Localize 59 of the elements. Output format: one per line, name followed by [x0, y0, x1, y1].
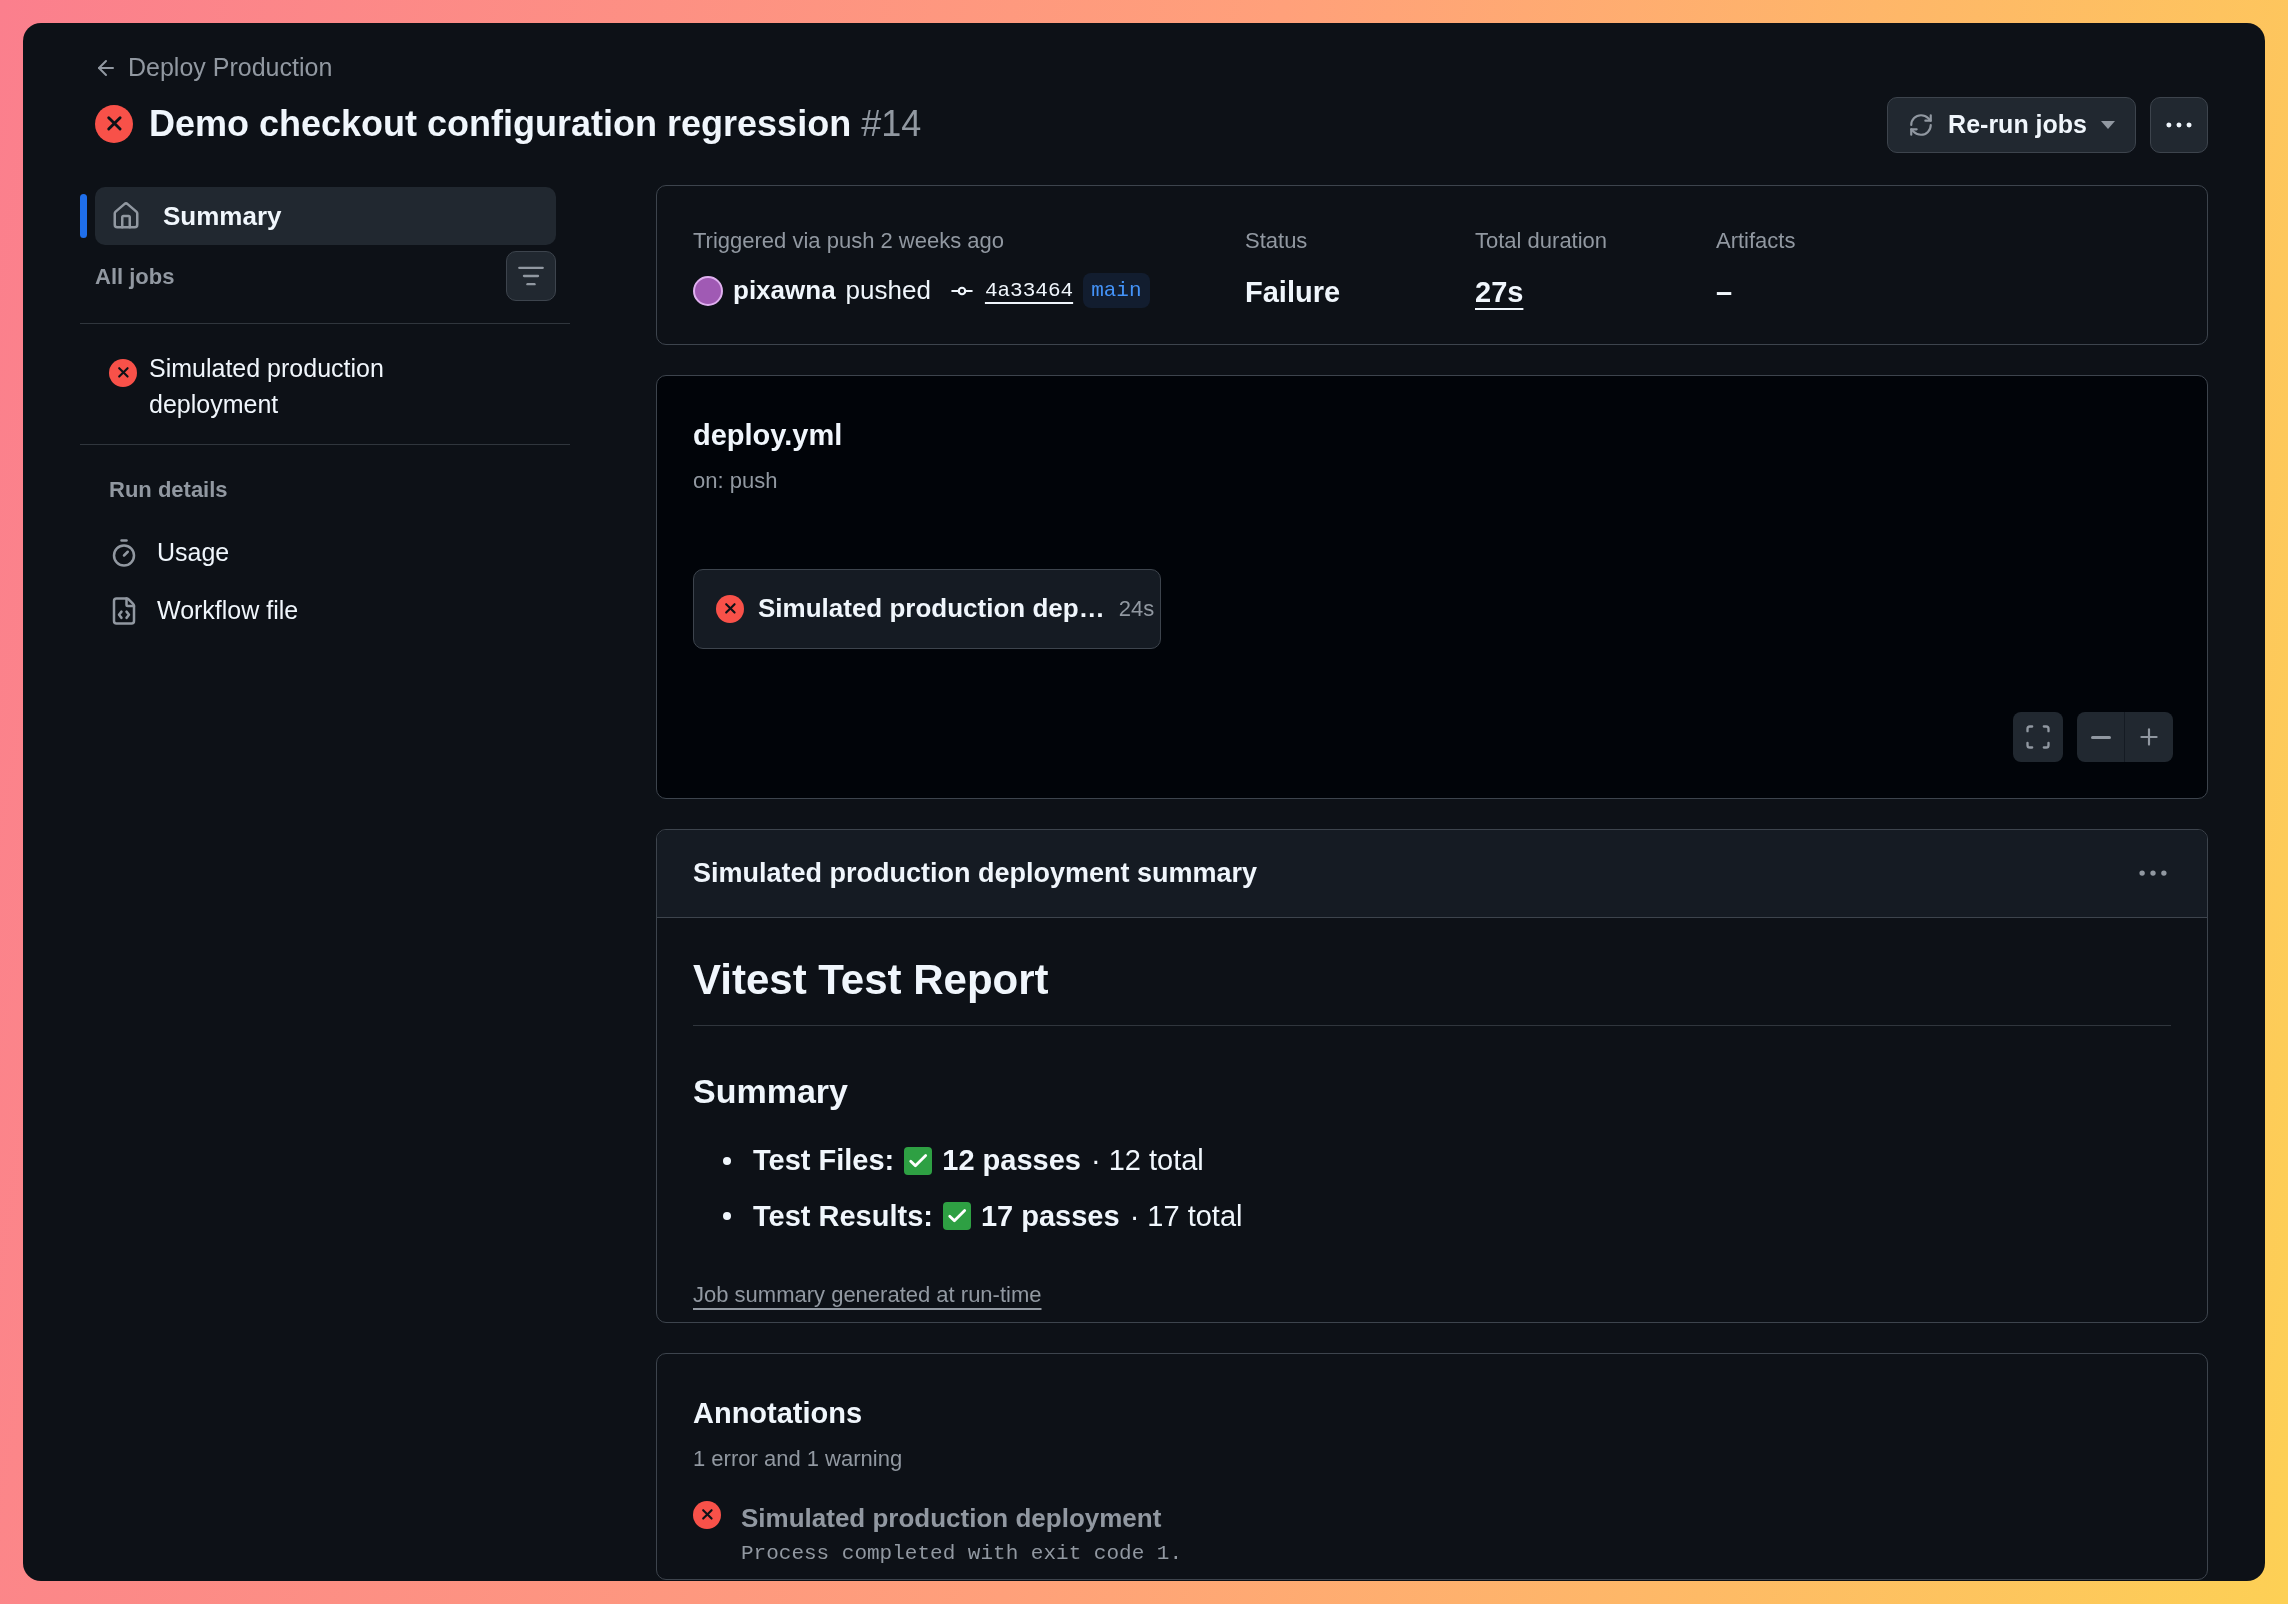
back-link[interactable]: Deploy Production [94, 49, 922, 87]
job-node-name: Simulated production dep… [758, 592, 1105, 625]
home-icon [111, 201, 141, 231]
annotation-title[interactable]: Simulated production deployment [741, 1498, 1183, 1538]
result-label: Test Results: [753, 1198, 933, 1234]
run-title: Demo checkout configuration regression [149, 101, 852, 146]
job-node[interactable]: Simulated production dep… 24s [693, 568, 1161, 649]
more-button[interactable] [2150, 97, 2208, 153]
job-summary-link[interactable]: Job summary generated at run-time [693, 1278, 1042, 1311]
total-count: · 17 total [1129, 1198, 1243, 1234]
actor-name: pixawna [733, 274, 836, 307]
field-label: Total duration [1475, 227, 1609, 255]
check-icon [942, 1202, 971, 1231]
pass-count: 17 passes [980, 1198, 1120, 1234]
field-label: Status [1245, 227, 1309, 255]
jobs-heading: All jobs [95, 262, 175, 291]
workflow-trigger: on: push [693, 466, 779, 495]
branch-label[interactable]: main [1083, 272, 1150, 309]
bullet [723, 1212, 731, 1221]
fullscreen-icon [2024, 723, 2052, 751]
check-icon [904, 1146, 933, 1175]
details-heading: Run details [109, 476, 229, 504]
fullscreen-button[interactable] [2013, 712, 2063, 762]
annotation-message: Process completed with exit code 1. [741, 1540, 1183, 1567]
failure-icon [109, 358, 137, 387]
bullet [723, 1156, 731, 1165]
trigger-label: Triggered via push 2 weeks ago [693, 227, 1006, 255]
more-icon [2139, 870, 2167, 877]
report-heading: Vitest Test Report [693, 948, 2171, 1026]
pass-count: 12 passes [942, 1143, 1081, 1178]
refresh-icon [1908, 112, 1935, 138]
push-action: pushed [845, 274, 931, 307]
caret-icon [2101, 121, 2115, 129]
field-value: – [1716, 275, 1733, 310]
annotations-count: 1 error and 1 warning [693, 1444, 904, 1473]
field-label: Artifacts [1716, 227, 1797, 255]
run-number: #14 [861, 101, 922, 146]
minus-icon [2090, 735, 2111, 739]
result-label: Test Files: [753, 1143, 895, 1178]
section-heading: Summary [693, 1071, 849, 1112]
job-duration: 24s [1118, 595, 1155, 623]
failure-icon [95, 104, 133, 143]
field-value: Failure [1245, 275, 1341, 310]
summary-card-title: Simulated production deployment summary [693, 857, 1258, 891]
workflow-file-name: deploy.yml [693, 418, 844, 453]
field-value[interactable]: 27s [1475, 271, 1524, 315]
annotations-heading: Annotations [693, 1396, 864, 1431]
job-item[interactable]: Simulated production deployment [80, 350, 570, 422]
details-nav-item[interactable]: Workflow file [109, 582, 570, 640]
filter-button[interactable] [506, 251, 556, 301]
failure-icon [693, 1500, 721, 1529]
avatar [693, 275, 723, 306]
rerun-jobs-button[interactable]: Re-run jobs [1887, 97, 2136, 153]
total-count: · 12 total [1090, 1143, 1204, 1178]
commit-link[interactable]: 4a33464 [984, 274, 1074, 307]
details-nav-item[interactable]: Usage [109, 524, 570, 582]
failure-icon [716, 594, 744, 623]
summary-nav-item[interactable]: Summary [95, 187, 556, 245]
more-icon [2166, 122, 2192, 128]
